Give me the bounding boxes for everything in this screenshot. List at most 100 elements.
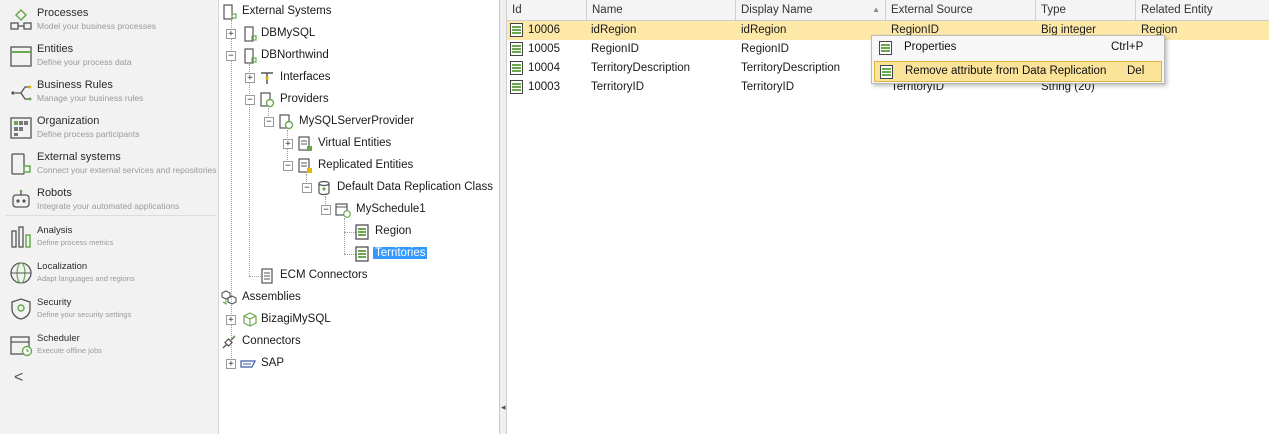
- nav-title: Entities: [37, 43, 74, 55]
- remove-attribute-icon: [880, 65, 893, 79]
- attribute-icon: [510, 61, 523, 75]
- interfaces-icon: [261, 72, 273, 84]
- nav-separator: [6, 215, 216, 216]
- expand-toggle[interactable]: +: [245, 73, 255, 83]
- nav-item-scheduler[interactable]: Scheduler Execute offline jobs: [0, 330, 218, 364]
- attribute-icon: [510, 42, 523, 56]
- collapse-toggle[interactable]: −: [302, 183, 312, 193]
- collapse-arrow-icon[interactable]: ◂: [501, 402, 506, 413]
- business-rules-icon: [11, 85, 32, 101]
- nav-item-security[interactable]: Security Define your security settings: [0, 294, 218, 328]
- external-systems-node-icon: [223, 4, 237, 20]
- nav-item-entities[interactable]: Entities Define your process data: [0, 41, 218, 75]
- cell-id: 10003: [528, 81, 560, 93]
- entities-icon: [10, 46, 32, 67]
- cell-name: TerritoryDescription: [591, 62, 691, 74]
- collapse-toggle[interactable]: −: [264, 117, 274, 127]
- nav-subtitle: Integrate your automated applications: [37, 201, 180, 211]
- menu-item-label: Remove attribute from Data Replication: [905, 65, 1107, 77]
- context-menu: Properties Ctrl+P Remove attribute from …: [871, 35, 1165, 84]
- tree-node-label: Interfaces: [280, 71, 331, 83]
- tree-node-label: Virtual Entities: [318, 137, 392, 149]
- nav-item-robots[interactable]: Robots Integrate your automated applicat…: [0, 185, 218, 219]
- menu-item-shortcut: Del: [1127, 65, 1145, 77]
- tree-node-label: MySQLServerProvider: [299, 115, 415, 127]
- panel-splitter[interactable]: ◂: [500, 0, 507, 434]
- cell-display-name: idRegion: [741, 24, 787, 36]
- properties-icon: [879, 41, 892, 55]
- collapse-toggle[interactable]: −: [226, 51, 236, 61]
- robots-icon: [12, 189, 30, 208]
- providers-icon: [260, 92, 275, 108]
- security-icon: [11, 298, 31, 320]
- nav-title: Analysis: [37, 225, 73, 236]
- nav-item-processes[interactable]: Processes Model your business processes: [0, 5, 218, 39]
- nav-item-external-systems[interactable]: External systems Connect your external s…: [0, 149, 218, 183]
- nav-subtitle: Define process metrics: [37, 238, 114, 247]
- column-header-name[interactable]: Name: [587, 0, 736, 20]
- nav-item-organization[interactable]: Organization Define process participants: [0, 113, 218, 147]
- tree-node-label: Default Data Replication Class: [337, 181, 493, 193]
- collapse-toggle[interactable]: −: [321, 205, 331, 215]
- nav-title: Processes: [37, 7, 89, 19]
- collapse-toggle[interactable]: −: [283, 161, 293, 171]
- processes-icon: [10, 8, 32, 30]
- nav-title: Robots: [37, 187, 72, 199]
- menu-item-label: Properties: [904, 41, 957, 53]
- cell-display-name: TerritoryDescription: [741, 62, 841, 74]
- tree-node-label: MySchedule1: [356, 203, 426, 215]
- tree-node-label: Assemblies: [242, 291, 301, 303]
- grid-header: Id Name Display Name ▲ External Source T…: [507, 0, 1269, 21]
- collapse-nav-button[interactable]: <: [14, 369, 23, 387]
- nav-subtitle: Define process participants: [37, 129, 140, 139]
- virtual-entities-icon: [298, 136, 312, 151]
- cell-name: idRegion: [591, 24, 637, 36]
- nav-item-localization[interactable]: Localization Adapt languages and regions: [0, 258, 218, 292]
- navigation-panel: Processes Model your business processes …: [0, 0, 219, 434]
- attribute-icon: [510, 80, 523, 94]
- column-header-type[interactable]: Type: [1036, 0, 1136, 20]
- expand-toggle[interactable]: +: [226, 315, 236, 325]
- external-systems-tree: External Systems + DBMySQL − DBNorthwind…: [220, 0, 500, 434]
- nav-title: Localization: [37, 261, 88, 272]
- tree-node-label: Providers: [280, 93, 329, 105]
- expand-toggle[interactable]: +: [283, 139, 293, 149]
- menu-item-properties[interactable]: Properties Ctrl+P: [874, 38, 1162, 59]
- organization-icon: [10, 117, 32, 139]
- menu-item-remove-attribute[interactable]: Remove attribute from Data Replication D…: [874, 61, 1162, 82]
- collapse-toggle[interactable]: −: [245, 95, 255, 105]
- nav-subtitle: Model your business processes: [37, 21, 157, 31]
- expand-toggle[interactable]: +: [226, 359, 236, 369]
- nav-subtitle: Connect your external services and repos…: [37, 165, 217, 175]
- tree-node-label: SAP: [261, 357, 285, 369]
- tree-node-label: BizagiMySQL: [261, 313, 331, 325]
- cell-display-name: TerritoryID: [741, 81, 795, 93]
- database-system-icon: [244, 26, 257, 42]
- replicated-entities-icon: [298, 158, 312, 173]
- cell-id: 10006: [528, 24, 560, 36]
- entity-table-icon: [355, 224, 369, 240]
- schedule-icon: [335, 203, 351, 218]
- nav-subtitle: Define your process data: [37, 57, 132, 67]
- assemblies-icon: [221, 290, 237, 306]
- nav-item-business-rules[interactable]: Business Rules Manage your business rule…: [0, 77, 218, 111]
- cell-id: 10005: [528, 43, 560, 55]
- tree-node-label: Connectors: [242, 335, 301, 347]
- tree-node-label: DBNorthwind: [261, 49, 329, 61]
- column-header-id[interactable]: Id: [507, 0, 587, 20]
- nav-subtitle: Define your security settings: [37, 310, 132, 319]
- expand-toggle[interactable]: +: [226, 29, 236, 39]
- assembly-icon: [243, 312, 257, 327]
- column-header-display-name[interactable]: Display Name ▲: [736, 0, 886, 20]
- tree-node-label: DBMySQL: [261, 27, 316, 39]
- nav-title: Organization: [37, 115, 100, 127]
- tree-node-label: ECM Connectors: [280, 269, 368, 281]
- provider-icon: [279, 114, 294, 130]
- cell-id: 10004: [528, 62, 560, 74]
- tree-node-label-selected: Territories: [373, 247, 428, 259]
- nav-item-analysis[interactable]: Analysis Define process metrics: [0, 222, 218, 256]
- column-header-related-entity[interactable]: Related Entity: [1136, 0, 1269, 20]
- nav-subtitle: Adapt languages and regions: [37, 274, 135, 283]
- scheduler-icon: [10, 336, 33, 357]
- column-header-external-source[interactable]: External Source: [886, 0, 1036, 20]
